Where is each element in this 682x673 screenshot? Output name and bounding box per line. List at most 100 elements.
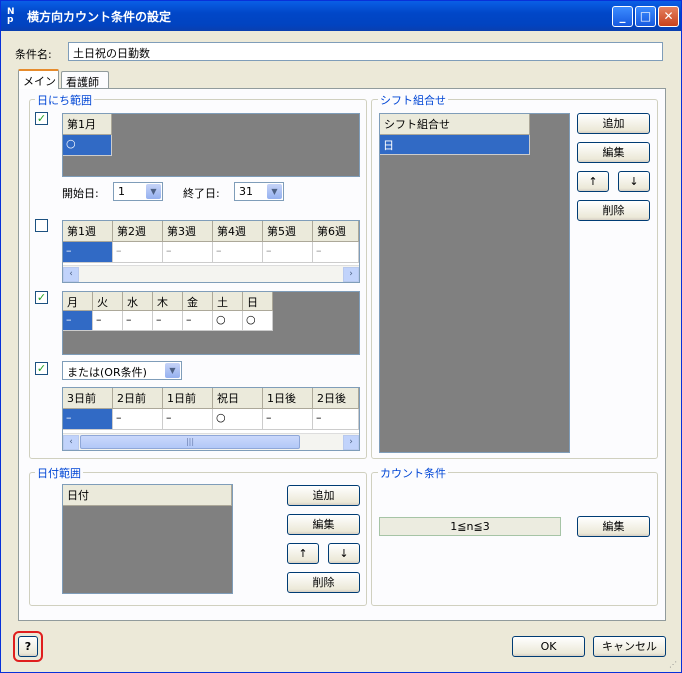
- dates-add-button[interactable]: 追加: [287, 485, 360, 506]
- end-day-value: 31: [239, 185, 253, 198]
- relative-day-value-cell[interactable]: –: [313, 409, 359, 430]
- weekday-value-cell[interactable]: –: [153, 311, 183, 331]
- weeks-header-cell: 第3週: [163, 221, 213, 242]
- shift-combo-list[interactable]: [379, 113, 570, 453]
- weekday-header-cell: 日: [243, 292, 273, 311]
- relative-scrollbar[interactable]: ‹ ||| ›: [63, 433, 359, 450]
- shift-down-button[interactable]: ↓: [618, 171, 650, 192]
- weekday-header-cell: 木: [153, 292, 183, 311]
- relative-day-value-cell[interactable]: –: [163, 409, 213, 430]
- weekday-value-cell[interactable]: –: [93, 311, 123, 331]
- end-day-label: 終了日:: [183, 187, 220, 200]
- condition-name-label: 条件名:: [15, 48, 52, 61]
- dates-up-button[interactable]: ↑: [287, 543, 319, 564]
- close-icon: ✕: [663, 9, 674, 23]
- weekdays-checkbox[interactable]: ✓: [35, 291, 48, 304]
- weeks-value-cell[interactable]: –: [263, 242, 313, 263]
- weekday-value-cell[interactable]: ○: [243, 311, 273, 331]
- app-icon: N p: [7, 7, 15, 25]
- month-header: 第1月: [63, 114, 112, 135]
- shift-up-button[interactable]: ↑: [577, 171, 609, 192]
- dates-range-header: 日付: [63, 485, 232, 506]
- count-condition-group: [371, 472, 658, 606]
- scroll-right-icon[interactable]: ›: [343, 267, 359, 282]
- maximize-button[interactable]: □: [635, 6, 656, 27]
- month-checkbox[interactable]: ✓: [35, 112, 48, 125]
- check-icon: ✓: [36, 362, 47, 375]
- weekday-header-cell: 火: [93, 292, 123, 311]
- count-condition-title: カウント条件: [378, 465, 448, 481]
- chevron-down-icon[interactable]: ▼: [165, 363, 180, 378]
- scroll-thumb[interactable]: |||: [80, 435, 300, 449]
- relative-day-header-cell: 2日前: [113, 388, 163, 409]
- weeks-header-cell: 第6週: [313, 221, 359, 242]
- relative-day-value-cell[interactable]: ○: [213, 409, 263, 430]
- relative-day-value-cell[interactable]: –: [63, 409, 113, 430]
- title-bar[interactable]: N p 横方向カウント条件の設定 _ □ ✕: [1, 1, 681, 31]
- tab-nurse[interactable]: 看護師: [61, 71, 109, 89]
- relative-day-header-cell: 1日前: [163, 388, 213, 409]
- weekday-header-cell: 月: [63, 292, 93, 311]
- count-edit-button[interactable]: 編集: [577, 516, 650, 537]
- weeks-value-cell[interactable]: –: [213, 242, 263, 263]
- date-range-title: 日にち範囲: [35, 92, 94, 108]
- weekday-value-cell[interactable]: ○: [213, 311, 243, 331]
- tab-main[interactable]: メイン: [18, 69, 59, 89]
- weeks-value-cell[interactable]: –: [313, 242, 359, 263]
- weeks-header-cell: 第2週: [113, 221, 163, 242]
- weeks-value-cell[interactable]: –: [113, 242, 163, 263]
- weekday-value-cell[interactable]: –: [183, 311, 213, 331]
- weekday-header-cell: 水: [123, 292, 153, 311]
- ok-button[interactable]: OK: [512, 636, 585, 657]
- dates-down-button[interactable]: ↓: [328, 543, 360, 564]
- relative-checkbox[interactable]: ✓: [35, 362, 48, 375]
- weekday-value-cell[interactable]: –: [63, 311, 93, 331]
- relative-day-header-cell: 3日前: [63, 388, 113, 409]
- scroll-left-icon[interactable]: ‹: [63, 267, 79, 282]
- weeks-header-cell: 第4週: [213, 221, 263, 242]
- or-condition-select[interactable]: または(OR条件) ▼: [62, 361, 182, 380]
- cancel-button[interactable]: キャンセル: [593, 636, 666, 657]
- dates-range-title: 日付範囲: [35, 465, 83, 481]
- shift-edit-button[interactable]: 編集: [577, 142, 650, 163]
- check-icon: ✓: [36, 291, 47, 304]
- relative-day-header-cell: 2日後: [313, 388, 359, 409]
- weekday-header-cell: 金: [183, 292, 213, 311]
- condition-name-input[interactable]: 土日祝の日勤数: [68, 42, 663, 61]
- relative-day-value-cell[interactable]: –: [113, 409, 163, 430]
- check-icon: ✓: [36, 112, 47, 125]
- close-button[interactable]: ✕: [658, 6, 679, 27]
- scroll-right-icon[interactable]: ›: [343, 435, 359, 450]
- weeks-checkbox[interactable]: [35, 219, 48, 232]
- maximize-icon: □: [639, 9, 652, 23]
- weeks-header-cell: 第5週: [263, 221, 313, 242]
- weeks-scrollbar[interactable]: ‹ ›: [63, 265, 359, 282]
- dates-delete-button[interactable]: 削除: [287, 572, 360, 593]
- chevron-down-icon[interactable]: ▼: [267, 184, 282, 199]
- weeks-value-cell[interactable]: –: [63, 242, 113, 263]
- relative-day-header-cell: 祝日: [213, 388, 263, 409]
- weekday-value-cell[interactable]: –: [123, 311, 153, 331]
- shift-delete-button[interactable]: 削除: [577, 200, 650, 221]
- weeks-value-cell[interactable]: –: [163, 242, 213, 263]
- or-condition-value: または(OR条件): [67, 366, 147, 379]
- weeks-header-cell: 第1週: [63, 221, 113, 242]
- dates-edit-button[interactable]: 編集: [287, 514, 360, 535]
- minimize-button[interactable]: _: [612, 6, 633, 27]
- resize-grip-icon[interactable]: ⋰: [669, 660, 677, 669]
- scroll-left-icon[interactable]: ‹: [63, 435, 79, 450]
- shift-combo-header: シフト組合せ: [380, 114, 530, 135]
- shift-combo-row[interactable]: 日: [380, 135, 530, 155]
- shift-add-button[interactable]: 追加: [577, 113, 650, 134]
- start-day-label: 開始日:: [62, 187, 99, 200]
- minimize-icon: _: [619, 9, 626, 23]
- end-day-select[interactable]: 31 ▼: [234, 182, 284, 201]
- relative-day-header-cell: 1日後: [263, 388, 313, 409]
- dialog-window: N p 横方向カウント条件の設定 _ □ ✕ 条件名: 土日祝の日勤数 メイン …: [0, 0, 682, 673]
- chevron-down-icon[interactable]: ▼: [146, 184, 161, 199]
- window-title: 横方向カウント条件の設定: [27, 10, 172, 24]
- help-button[interactable]: ?: [18, 636, 38, 657]
- month-cell[interactable]: ○: [63, 135, 112, 156]
- relative-day-value-cell[interactable]: –: [263, 409, 313, 430]
- start-day-select[interactable]: 1 ▼: [113, 182, 163, 201]
